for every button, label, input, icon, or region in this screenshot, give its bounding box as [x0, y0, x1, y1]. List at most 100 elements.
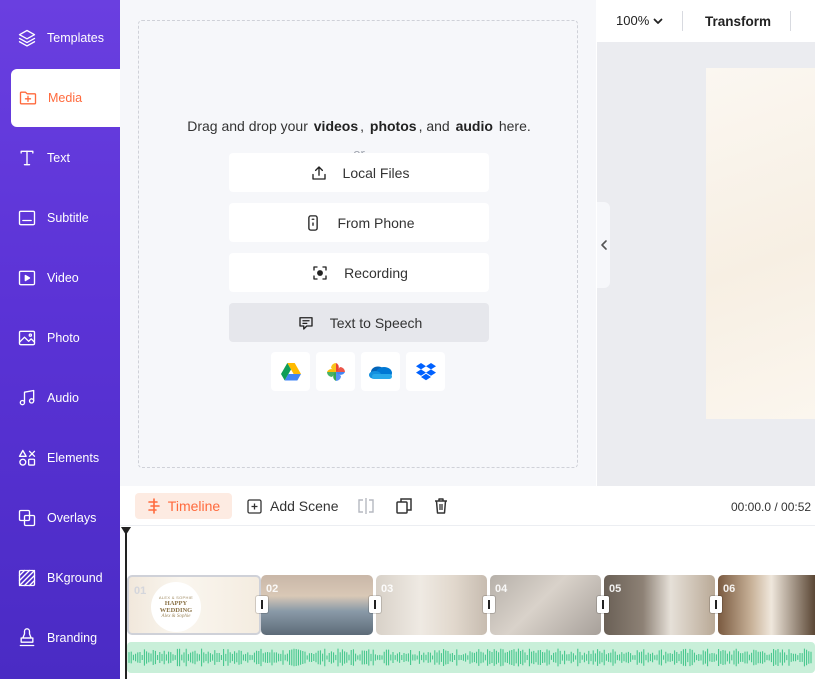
clip-04[interactable]: 04: [490, 575, 601, 635]
media-folder-icon: [18, 88, 38, 108]
toolbar-divider: [682, 11, 683, 31]
sidebar-item-text[interactable]: Text: [0, 130, 120, 186]
google-drive-button[interactable]: [271, 352, 310, 391]
card-title-line1: HAPPY: [164, 600, 188, 607]
sidebar-item-label: Video: [47, 271, 79, 285]
timeline-toolbar: Timeline Add Scene 00:00.0 / 00:52: [120, 486, 815, 526]
record-icon: [310, 263, 330, 283]
dropbox-button[interactable]: [406, 352, 445, 391]
sidebar: Templates Media Text Subtitle Video Phot…: [0, 0, 120, 679]
chevron-down-icon: [653, 18, 663, 24]
from-phone-label: From Phone: [337, 214, 415, 231]
sidebar-item-subtitle[interactable]: Subtitle: [0, 190, 120, 246]
local-files-label: Local Files: [342, 164, 410, 181]
clip-06[interactable]: 06: [718, 575, 815, 635]
clip-trim-handle[interactable]: [483, 596, 495, 613]
music-icon: [17, 388, 37, 408]
audio-track[interactable]: [127, 642, 815, 673]
clip-number: 04: [495, 583, 508, 595]
speech-bubble-icon: [296, 313, 316, 333]
sidebar-item-overlays[interactable]: Overlays: [0, 490, 120, 546]
drop-suffix: here.: [498, 118, 531, 134]
text-to-speech-label: Text to Speech: [329, 314, 423, 331]
split-icon[interactable]: [357, 497, 375, 515]
sidebar-item-label: Media: [48, 91, 83, 105]
clip-number: 02: [266, 583, 279, 595]
sidebar-item-label: Elements: [47, 451, 100, 465]
sidebar-item-audio[interactable]: Audio: [0, 370, 120, 426]
recording-button[interactable]: Recording: [229, 253, 489, 292]
sidebar-item-bkground[interactable]: BKground: [0, 550, 120, 606]
sidebar-item-label: BKground: [47, 571, 103, 585]
media-panel: Drag and drop your videos, photos, and a…: [120, 0, 596, 486]
local-files-button[interactable]: Local Files: [229, 153, 489, 192]
text-icon: [17, 148, 37, 168]
trash-icon[interactable]: [432, 497, 450, 515]
sidebar-item-label: Subtitle: [47, 211, 89, 225]
drop-videos: videos: [313, 118, 359, 134]
drop-zone[interactable]: Drag and drop your videos, photos, and a…: [138, 20, 578, 468]
zoom-value: 100%: [616, 13, 650, 28]
drop-and: , and: [418, 118, 450, 134]
sidebar-item-label: Audio: [47, 391, 79, 405]
zoom-dropdown[interactable]: 100%: [616, 13, 664, 28]
drop-instructions: Drag and drop your videos, photos, and a…: [139, 118, 579, 134]
plus-square-icon: [247, 498, 262, 514]
sidebar-item-video[interactable]: Video: [0, 250, 120, 306]
overlay-icon: [17, 508, 37, 528]
sidebar-item-media[interactable]: Media: [11, 69, 120, 127]
background-icon: [17, 568, 37, 588]
add-scene-label: Add Scene: [270, 498, 339, 514]
sidebar-item-label: Overlays: [47, 511, 97, 525]
clip-number: 03: [381, 583, 394, 595]
onedrive-button[interactable]: [361, 352, 400, 391]
clip-03[interactable]: 03: [376, 575, 487, 635]
timeline-tab-label: Timeline: [167, 498, 221, 514]
card-signature: Alex & Sophie: [161, 614, 191, 619]
from-phone-button[interactable]: From Phone: [229, 203, 489, 242]
recording-label: Recording: [344, 264, 408, 281]
drop-comma: ,: [360, 118, 365, 134]
drop-prefix: Drag and drop your: [187, 118, 308, 134]
video-icon: [17, 268, 37, 288]
shapes-icon: [17, 448, 37, 468]
clip-trim-handle[interactable]: [256, 596, 268, 613]
clip-number: 06: [723, 583, 736, 595]
transform-button[interactable]: Transform: [705, 14, 771, 29]
sidebar-item-templates[interactable]: Templates: [0, 10, 120, 66]
cloud-sources: [271, 352, 445, 391]
sidebar-item-label: Branding: [47, 631, 98, 645]
clip-trim-handle[interactable]: [597, 596, 609, 613]
google-photos-icon: [326, 362, 345, 381]
add-scene-button[interactable]: Add Scene: [247, 498, 339, 514]
sidebar-item-elements[interactable]: Elements: [0, 430, 120, 486]
preview-area: [597, 42, 815, 486]
chevron-left-icon: [600, 240, 607, 250]
timeline-tab[interactable]: Timeline: [135, 493, 232, 519]
clip-number: 01: [134, 585, 147, 597]
duplicate-icon[interactable]: [395, 497, 413, 515]
google-photos-button[interactable]: [316, 352, 355, 391]
text-to-speech-button[interactable]: Text to Speech: [229, 303, 489, 342]
photo-icon: [17, 328, 37, 348]
sidebar-item-label: Templates: [47, 31, 104, 45]
clip-trim-handle[interactable]: [710, 596, 722, 613]
card-title-line2: WEDDING: [159, 607, 193, 614]
clip-number: 05: [609, 583, 622, 595]
timeline-icon: [147, 498, 160, 514]
sidebar-item-photo[interactable]: Photo: [0, 310, 120, 366]
video-canvas-preview[interactable]: [706, 68, 815, 419]
subtitle-icon: [17, 208, 37, 228]
sidebar-item-branding[interactable]: Branding: [0, 610, 120, 666]
clip-01[interactable]: 01 ALEX & SOPHIE HAPPY WEDDING Alex & So…: [127, 575, 261, 635]
layers-icon: [17, 28, 37, 48]
clip-05[interactable]: 05: [604, 575, 715, 635]
clip-02[interactable]: 02: [261, 575, 373, 635]
toolbar-divider: [790, 11, 791, 31]
clip-trim-handle[interactable]: [369, 596, 381, 613]
drop-photos: photos: [369, 118, 417, 134]
sidebar-item-label: Text: [47, 151, 70, 165]
onedrive-icon: [368, 366, 392, 379]
collapse-panel-handle[interactable]: [597, 202, 610, 288]
timeline-panel: Timeline Add Scene 00:00.0 / 00:52 01 AL…: [120, 486, 815, 679]
